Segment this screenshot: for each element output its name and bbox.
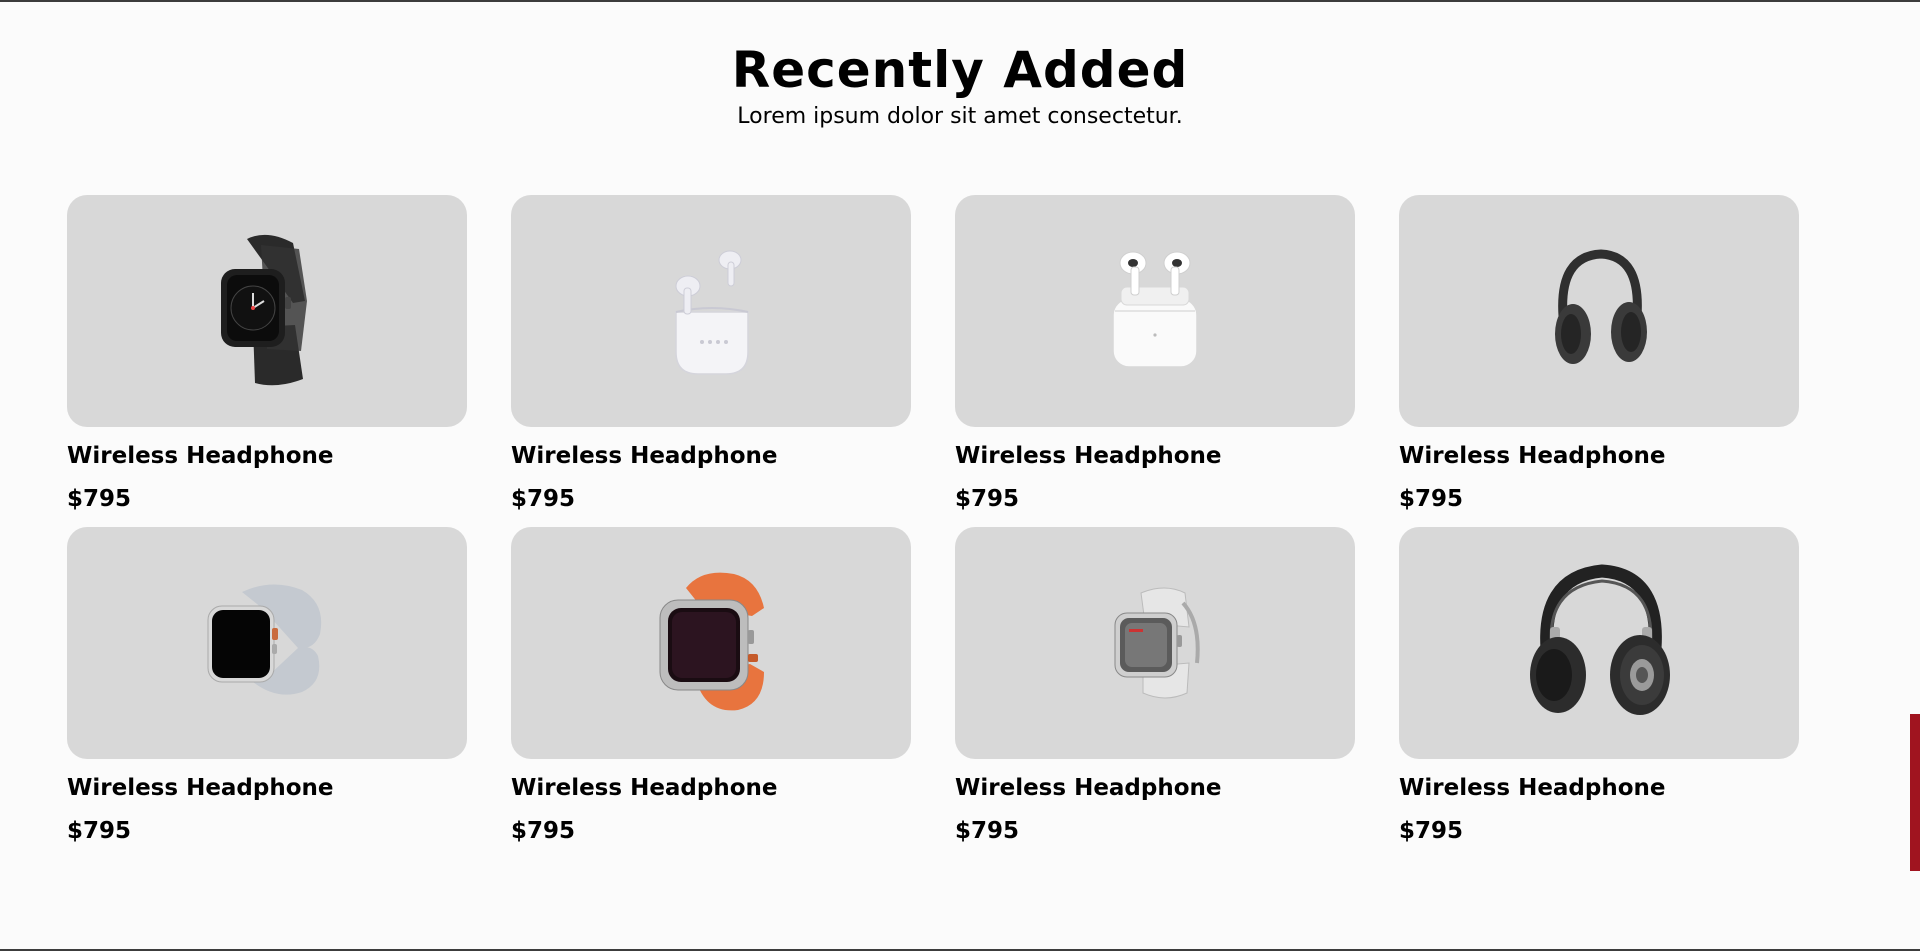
product-name[interactable]: Wireless Headphone <box>955 774 1355 802</box>
product-card[interactable]: Wireless Headphone $795 <box>67 195 467 515</box>
section-title: Recently Added <box>731 41 1189 99</box>
side-tab[interactable] <box>1910 714 1920 871</box>
product-card[interactable]: Wireless Headphone $795 <box>511 195 911 515</box>
product-card[interactable]: Wireless Headphone $795 <box>955 527 1355 847</box>
product-name[interactable]: Wireless Headphone <box>511 774 911 802</box>
section-subtitle: Lorem ipsum dolor sit amet consectetur. <box>737 104 1183 129</box>
product-image[interactable] <box>1399 195 1799 427</box>
product-price: $795 <box>67 818 132 844</box>
product-card[interactable]: Wireless Headphone $795 <box>1399 527 1799 847</box>
product-name[interactable]: Wireless Headphone <box>1399 442 1799 470</box>
product-grid: Wireless Headphone $795 Wireless Headpho… <box>67 195 1799 847</box>
product-card[interactable]: Wireless Headphone $795 <box>1399 195 1799 515</box>
recently-added-section: Recently Added Lorem ipsum dolor sit ame… <box>0 0 1920 951</box>
orange-band-smartwatch-icon <box>659 572 764 711</box>
product-price: $795 <box>1399 818 1464 844</box>
section-header: Recently Added Lorem ipsum dolor sit ame… <box>0 40 1920 132</box>
airpods-case-icon <box>1112 251 1198 368</box>
product-card[interactable]: Wireless Headphone $795 <box>67 527 467 847</box>
product-image[interactable] <box>511 195 911 427</box>
black-smartwatch-icon <box>221 234 307 386</box>
product-price: $795 <box>511 486 576 512</box>
product-name[interactable]: Wireless Headphone <box>67 774 467 802</box>
product-image[interactable] <box>67 195 467 427</box>
product-price: $795 <box>67 486 132 512</box>
product-name[interactable]: Wireless Headphone <box>1399 774 1799 802</box>
product-price: $795 <box>1399 486 1464 512</box>
earbuds-open-case-icon <box>675 250 749 375</box>
product-image[interactable] <box>1399 527 1799 759</box>
product-card[interactable]: Wireless Headphone $795 <box>955 195 1355 515</box>
product-image[interactable] <box>955 195 1355 427</box>
white-smartwatch-icon <box>1114 587 1200 699</box>
product-price: $795 <box>955 486 1020 512</box>
grey-band-smartwatch-icon <box>207 584 322 695</box>
product-image[interactable] <box>67 527 467 759</box>
large-headphones-icon <box>1530 564 1670 715</box>
product-image[interactable] <box>511 527 911 759</box>
product-price: $795 <box>511 818 576 844</box>
product-price: $795 <box>955 818 1020 844</box>
product-name[interactable]: Wireless Headphone <box>511 442 911 470</box>
product-image[interactable] <box>955 527 1355 759</box>
small-headphones-icon <box>1555 249 1647 364</box>
product-name[interactable]: Wireless Headphone <box>67 442 467 470</box>
product-name[interactable]: Wireless Headphone <box>955 442 1355 470</box>
product-card[interactable]: Wireless Headphone $795 <box>511 527 911 847</box>
